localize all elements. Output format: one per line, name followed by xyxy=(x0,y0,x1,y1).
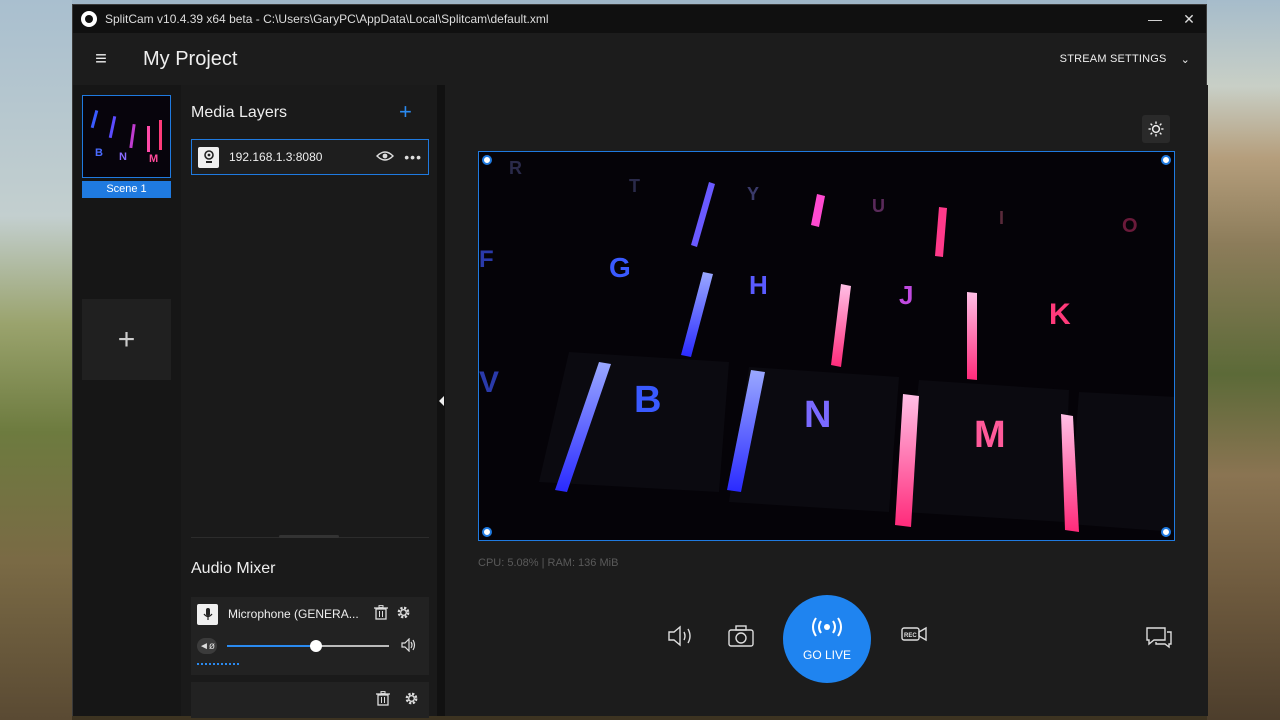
trash-icon[interactable] xyxy=(374,605,388,623)
media-layers-panel: Media Layers + 192.168.1.3:8080 ••• Audi… xyxy=(181,85,437,718)
panel-collapse-handle[interactable] xyxy=(437,85,445,716)
resize-handle-top-right[interactable] xyxy=(1161,155,1171,165)
camera-feed-image: G H J K B N M V F R T Y U I O xyxy=(479,152,1174,540)
mixer-item-microphone: Microphone (GENERA... ◄ø xyxy=(191,597,429,675)
scene-thumbnail-image: B N M xyxy=(83,96,170,177)
microphone-icon xyxy=(197,603,218,625)
stream-settings-button[interactable]: STREAM SETTINGS ⌄ xyxy=(1060,53,1190,66)
desktop-wallpaper-left xyxy=(0,0,72,720)
eye-icon[interactable] xyxy=(376,150,395,165)
key-letter-o: O xyxy=(1122,215,1138,237)
scenes-panel: B N M Scene 1 + xyxy=(73,85,181,716)
volume-slider-knob[interactable] xyxy=(310,640,323,652)
bottom-controls: GO LIVE REC xyxy=(445,595,1208,685)
resize-handle-bottom-right[interactable] xyxy=(1161,527,1171,537)
go-live-button[interactable]: GO LIVE xyxy=(783,595,871,683)
record-button[interactable]: REC xyxy=(901,625,927,649)
desktop-wallpaper-right xyxy=(1207,0,1280,720)
title-bar: SplitCam v10.4.39 x64 beta - C:\Users\Ga… xyxy=(73,5,1206,33)
resize-handle-top-left[interactable] xyxy=(482,155,492,165)
plus-icon: + xyxy=(117,322,136,356)
record-video-icon: REC xyxy=(901,626,927,642)
preview-canvas[interactable]: G H J K B N M V F R T Y U I O xyxy=(478,151,1175,541)
key-letter-v: V xyxy=(479,366,499,399)
resize-handle-bottom-left[interactable] xyxy=(482,527,492,537)
mute-speaker-icon[interactable]: ◄ø xyxy=(197,638,217,654)
camera-icon xyxy=(728,625,754,647)
speaker-icon[interactable] xyxy=(401,637,417,655)
add-layer-button[interactable]: + xyxy=(399,99,412,125)
key-letter-t: T xyxy=(629,176,640,196)
splitcam-window: SplitCam v10.4.39 x64 beta - C:\Users\Ga… xyxy=(72,4,1208,718)
layer-name: 192.168.1.3:8080 xyxy=(229,150,323,164)
minimize-button[interactable]: — xyxy=(1138,5,1172,33)
svg-text:REC: REC xyxy=(904,633,917,639)
preview-area: G H J K B N M V F R T Y U I O CPU: 5.08%… xyxy=(445,85,1208,716)
mixer-item-secondary xyxy=(191,682,429,718)
vu-meter xyxy=(197,663,239,665)
snapshot-button[interactable] xyxy=(728,625,754,653)
stream-settings-label: STREAM SETTINGS xyxy=(1059,53,1167,65)
broadcast-icon xyxy=(811,616,843,642)
more-options-icon[interactable]: ••• xyxy=(404,149,422,165)
key-letter-m: M xyxy=(974,414,1006,456)
key-letter-g: G xyxy=(609,252,631,283)
key-letter-u: U xyxy=(872,196,885,216)
chat-icon xyxy=(1146,627,1172,649)
mixer-item-name: Microphone (GENERA... xyxy=(228,607,359,621)
sun-icon xyxy=(1148,121,1164,137)
go-live-label: GO LIVE xyxy=(802,648,852,662)
key-letter-k: K xyxy=(1049,298,1071,331)
audio-toggle-button[interactable] xyxy=(667,625,697,653)
chat-button[interactable] xyxy=(1145,625,1173,655)
gear-icon[interactable] xyxy=(404,691,419,709)
project-title: My Project xyxy=(143,47,238,70)
key-letter-n: N xyxy=(804,394,831,436)
trash-icon[interactable] xyxy=(376,691,390,709)
key-letter-b: B xyxy=(634,379,661,421)
svg-text:B: B xyxy=(95,147,103,159)
layer-item[interactable]: 192.168.1.3:8080 ••• xyxy=(191,139,429,175)
app-header: ≡ My Project STREAM SETTINGS ⌄ xyxy=(73,33,1206,85)
collapse-arrow-icon xyxy=(438,395,444,406)
gear-icon[interactable] xyxy=(396,605,411,623)
svg-text:M: M xyxy=(149,153,158,165)
splitcam-logo-icon xyxy=(81,11,97,27)
window-title: SplitCam v10.4.39 x64 beta - C:\Users\Ga… xyxy=(105,12,549,26)
volume-slider[interactable] xyxy=(227,640,389,652)
chevron-down-icon: ⌄ xyxy=(1180,53,1190,66)
key-letter-j: J xyxy=(899,280,913,310)
key-letter-f: F xyxy=(479,246,494,273)
divider-grip-handle[interactable] xyxy=(279,535,339,538)
webcam-icon xyxy=(198,146,219,168)
performance-stats: CPU: 5.08% | RAM: 136 MiB xyxy=(478,557,619,569)
key-letter-r: R xyxy=(509,158,522,178)
svg-text:N: N xyxy=(119,151,127,163)
scene-thumbnail[interactable]: B N M xyxy=(82,95,171,178)
speaker-icon xyxy=(668,625,691,647)
hamburger-menu-icon[interactable]: ≡ xyxy=(73,48,129,71)
key-letter-i: I xyxy=(999,208,1004,228)
brightness-toggle-button[interactable] xyxy=(1142,115,1170,143)
volume-slider-fill xyxy=(227,645,317,647)
key-letter-y: Y xyxy=(747,184,759,204)
close-button[interactable]: ✕ xyxy=(1172,5,1206,33)
audio-mixer-title: Audio Mixer xyxy=(191,560,276,577)
add-scene-button[interactable]: + xyxy=(82,299,171,380)
media-layers-title: Media Layers xyxy=(191,104,288,121)
scene-label[interactable]: Scene 1 xyxy=(82,181,171,198)
key-letter-h: H xyxy=(749,270,768,300)
